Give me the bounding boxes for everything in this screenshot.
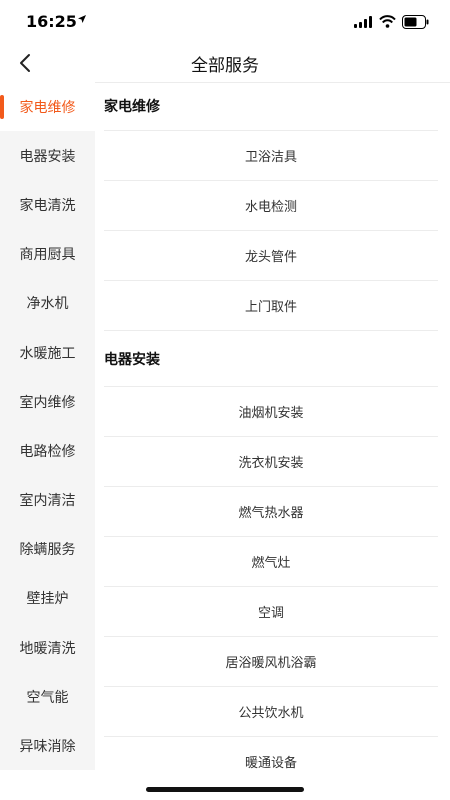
home-indicator <box>146 787 304 792</box>
service-item[interactable]: 洗衣机安装 <box>104 436 438 486</box>
service-item[interactable]: 油烟机安装 <box>104 386 438 436</box>
service-item[interactable]: 暖通设备 <box>104 736 438 786</box>
service-item[interactable]: 水电检测 <box>104 180 438 230</box>
page-title: 全部服务 <box>191 56 259 76</box>
sidebar-item-air-energy[interactable]: 空气能 <box>0 672 95 721</box>
sidebar-item-home-appliance-repair[interactable]: 家电维修 <box>0 82 95 132</box>
section-title: 家电维修 <box>104 99 160 115</box>
sidebar-item-circuit-repair[interactable]: 电路检修 <box>0 426 95 475</box>
service-item[interactable]: 居浴暖风机浴霸 <box>104 636 438 686</box>
service-item[interactable]: 卫浴洁具 <box>104 130 438 180</box>
signal-icon <box>354 16 372 28</box>
nav-bar: 全部服务 <box>0 44 450 83</box>
sidebar-item-floor-heating-cleaning[interactable]: 地暖清洗 <box>0 623 95 672</box>
service-item[interactable]: 公共饮水机 <box>104 686 438 736</box>
sidebar-item-water-purifier[interactable]: 净水机 <box>0 279 95 328</box>
sidebar-item-mite-removal[interactable]: 除螨服务 <box>0 525 95 574</box>
service-item[interactable]: 燃气灶 <box>104 536 438 586</box>
wifi-icon <box>379 15 396 28</box>
service-item[interactable]: 龙头管件 <box>104 230 438 280</box>
sidebar-item-appliance-install[interactable]: 电器安装 <box>0 131 95 180</box>
section-title: 电器安装 <box>104 351 160 368</box>
sidebar-item-wall-boiler[interactable]: 壁挂炉 <box>0 574 95 623</box>
location-arrow-icon <box>78 15 86 23</box>
service-list: 家电维修 卫浴洁具 水电检测 龙头管件 上门取件 电器安装 油烟机安装 洗衣机安… <box>95 82 450 800</box>
sidebar-item-plumbing[interactable]: 水暖施工 <box>0 328 95 377</box>
sidebar-item-indoor-cleaning[interactable]: 室内清洁 <box>0 476 95 525</box>
sidebar-item-appliance-cleaning[interactable]: 家电清洗 <box>0 180 95 229</box>
category-sidebar: 家电维修 电器安装 家电清洗 商用厨具 净水机 水暖施工 室内维修 电路检修 室… <box>0 82 95 770</box>
service-item[interactable]: 空调 <box>104 586 438 636</box>
service-item[interactable]: 燃气热水器 <box>104 486 438 536</box>
status-bar: 16:25 <box>0 0 450 44</box>
sidebar-item-odor-removal[interactable]: 异味消除 <box>0 721 95 770</box>
sidebar-item-indoor-repair[interactable]: 室内维修 <box>0 377 95 426</box>
sidebar-item-commercial-kitchen[interactable]: 商用厨具 <box>0 230 95 279</box>
service-item[interactable]: 上门取件 <box>104 280 438 331</box>
battery-icon <box>402 15 429 29</box>
status-time: 16:25 <box>26 12 77 31</box>
